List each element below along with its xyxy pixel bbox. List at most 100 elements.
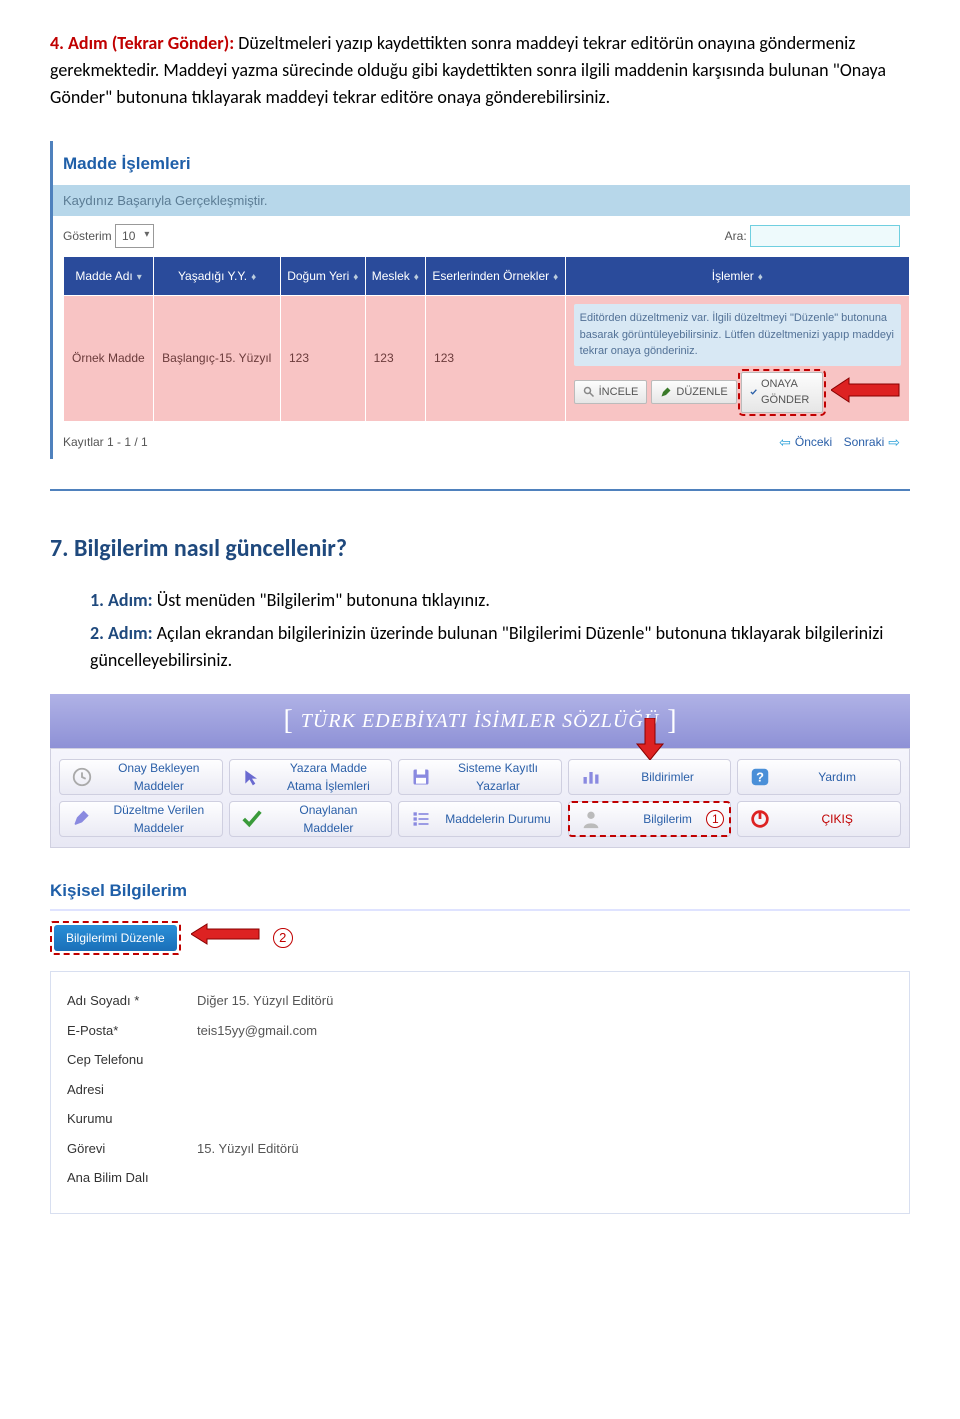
menu-yardim[interactable]: ? Yardım bbox=[737, 759, 901, 795]
search-label: Ara: bbox=[725, 229, 747, 243]
step4-paragraph: 4. Adım (Tekrar Gönder): Düzeltmeleri ya… bbox=[50, 30, 910, 111]
menu-bilgilerim[interactable]: Bilgilerim 1 bbox=[568, 801, 732, 837]
pager-info: Kayıtlar 1 - 1 / 1 bbox=[63, 433, 148, 451]
cell-meslek: 123 bbox=[365, 296, 425, 422]
menu-onaylanan[interactable]: Onaylanan Maddeler bbox=[229, 801, 393, 837]
svg-text:?: ? bbox=[756, 769, 764, 784]
sort-icon: ▾ bbox=[137, 272, 142, 283]
cell-madde-adi: Örnek Madde bbox=[64, 296, 154, 422]
show-select[interactable]: 10 bbox=[115, 224, 154, 248]
onaya-label: ONAYA GÖNDER bbox=[761, 376, 814, 409]
kisisel-bilgilerim-panel: Kişisel Bilgilerim Bilgilerimi Düzenle 2… bbox=[50, 878, 910, 1214]
col-meslek[interactable]: Meslek♦ bbox=[365, 257, 425, 296]
menu-onay-bekleyen[interactable]: Onay Bekleyen Maddeler bbox=[59, 759, 223, 795]
menu-label: Düzeltme Verilen Maddeler bbox=[104, 801, 214, 837]
kisi-title: Kişisel Bilgilerim bbox=[50, 878, 910, 912]
screenshot-bilgilerim: [ TÜRK EDEBİYATI İSİMLER SÖZLÜĞÜ ] Onay … bbox=[50, 694, 910, 1214]
onaya-gonder-button[interactable]: ONAYA GÖNDER bbox=[741, 372, 823, 413]
edit-button-highlight: Bilgilerimi Düzenle bbox=[50, 921, 181, 955]
menu-label: Onaylanan Maddeler bbox=[274, 801, 384, 837]
menu-yazara-atama[interactable]: Yazara Madde Atama İşlemleri bbox=[229, 759, 393, 795]
sort-icon: ♦ bbox=[414, 272, 419, 283]
power-icon bbox=[746, 805, 774, 833]
info-box: Adı Soyadı *Diğer 15. Yüzyıl Editörü E-P… bbox=[50, 971, 910, 1214]
search-input[interactable] bbox=[750, 225, 900, 247]
help-icon: ? bbox=[746, 763, 774, 791]
cell-eserler: 123 bbox=[426, 296, 566, 422]
records-table: Madde Adı▾ Yaşadığı Y.Y.♦ Doğum Yeri♦ Me… bbox=[63, 256, 910, 422]
cell-dogum: 123 bbox=[281, 296, 366, 422]
sort-icon: ♦ bbox=[758, 272, 763, 283]
col-eserlerinden[interactable]: Eserlerinden Örnekler♦ bbox=[426, 257, 566, 296]
list-icon bbox=[407, 805, 435, 833]
separator bbox=[50, 489, 910, 491]
cell-yasadigi: Başlangıç-15. Yüzyıl bbox=[154, 296, 281, 422]
check-icon bbox=[750, 386, 757, 398]
value-eposta: teis15yy@gmail.com bbox=[197, 1021, 317, 1041]
menu-maddelerin-durumu[interactable]: Maddelerin Durumu bbox=[398, 801, 562, 837]
success-message: Kaydınız Başarıyla Gerçekleşmiştir. bbox=[53, 185, 910, 217]
search-control: Ara: bbox=[725, 225, 900, 247]
section-7-heading: 7. Bilgilerim nasıl güncellenir? bbox=[50, 531, 910, 567]
label-adresi: Adresi bbox=[67, 1080, 197, 1100]
menu-label: Maddelerin Durumu bbox=[443, 810, 553, 828]
col-dogum-yeri[interactable]: Doğum Yeri♦ bbox=[281, 257, 366, 296]
sort-icon: ♦ bbox=[353, 272, 358, 283]
bilgilerimi-duzenle-button[interactable]: Bilgilerimi Düzenle bbox=[54, 925, 177, 951]
panel-title: Madde İşlemleri bbox=[53, 151, 910, 185]
edit-icon bbox=[68, 805, 96, 833]
menu-sisteme-kayitli[interactable]: Sisteme Kayıtlı Yazarlar bbox=[398, 759, 562, 795]
clock-icon bbox=[68, 763, 96, 791]
callout-arrow-icon bbox=[831, 376, 901, 409]
pager-next[interactable]: Sonraki bbox=[844, 433, 885, 451]
step1-label: 1. Adım: bbox=[90, 589, 153, 611]
menu-label: Yardım bbox=[782, 768, 892, 786]
pager-prev[interactable]: Önceki bbox=[795, 433, 832, 451]
incele-button[interactable]: İNCELE bbox=[574, 380, 648, 405]
top-menu: Onay Bekleyen Maddeler Yazara Madde Atam… bbox=[50, 748, 910, 848]
app-title: TÜRK EDEBİYATI İSİMLER SÖZLÜĞÜ bbox=[301, 706, 659, 736]
step2-paragraph: 2. Adım: Açılan ekrandan bilgilerinizin … bbox=[90, 620, 910, 674]
col-madde-adi[interactable]: Madde Adı▾ bbox=[64, 257, 154, 296]
pager-prev-icon[interactable]: ⇦ bbox=[779, 432, 791, 453]
menu-duzeltme-verilen[interactable]: Düzeltme Verilen Maddeler bbox=[59, 801, 223, 837]
sort-icon: ♦ bbox=[553, 272, 558, 283]
callout-badge-2: 2 bbox=[273, 928, 293, 948]
pager-next-icon[interactable]: ⇨ bbox=[888, 432, 900, 453]
callout-badge-1: 1 bbox=[706, 810, 724, 828]
menu-label: Bildirimler bbox=[613, 768, 723, 786]
show-control: Gösterim 10 bbox=[63, 224, 154, 248]
callout-arrow-icon bbox=[191, 922, 261, 954]
callout-arrow-down-icon bbox=[635, 718, 665, 765]
value-adi-soyadi: Diğer 15. Yüzyıl Editörü bbox=[197, 991, 333, 1011]
incele-label: İNCELE bbox=[599, 384, 639, 401]
step2-text: Açılan ekrandan bilgilerinizin üzerinde … bbox=[90, 622, 883, 671]
label-eposta: E-Posta* bbox=[67, 1021, 197, 1041]
step1-paragraph: 1. Adım: Üst menüden "Bilgilerim" butonu… bbox=[90, 587, 910, 614]
menu-label: Yazara Madde Atama İşlemleri bbox=[274, 759, 384, 795]
menu-cikis[interactable]: ÇIKIŞ bbox=[737, 801, 901, 837]
menu-label: Onay Bekleyen Maddeler bbox=[104, 759, 214, 795]
step4-label: 4. Adım (Tekrar Gönder): bbox=[50, 32, 234, 54]
pointer-icon bbox=[238, 763, 266, 791]
screenshot-madde-islemleri: Madde İşlemleri Kaydınız Başarıyla Gerçe… bbox=[50, 141, 910, 459]
magnifier-icon bbox=[583, 386, 595, 398]
menu-bildirimler[interactable]: Bildirimler bbox=[568, 759, 732, 795]
chart-icon bbox=[577, 763, 605, 791]
save-icon bbox=[407, 763, 435, 791]
label-gorevi: Görevi bbox=[67, 1139, 197, 1159]
label-kurumu: Kurumu bbox=[67, 1109, 197, 1129]
duzenle-label: DÜZENLE bbox=[676, 384, 727, 401]
bracket-left-icon: [ bbox=[275, 700, 300, 742]
show-label: Gösterim bbox=[63, 229, 112, 243]
col-islemler[interactable]: İşlemler♦ bbox=[565, 257, 909, 296]
label-anabilim: Ana Bilim Dalı bbox=[67, 1168, 197, 1188]
col-yasadigi-yy[interactable]: Yaşadığı Y.Y.♦ bbox=[154, 257, 281, 296]
pencil-icon bbox=[660, 386, 672, 398]
check-icon bbox=[238, 805, 266, 833]
value-gorevi: 15. Yüzyıl Editörü bbox=[197, 1139, 299, 1159]
menu-label: Sisteme Kayıtlı Yazarlar bbox=[443, 759, 553, 795]
cell-ops: Editörden düzeltmeniz var. İlgili düzelt… bbox=[565, 296, 909, 422]
step1-text: Üst menüden "Bilgilerim" butonuna tıklay… bbox=[157, 589, 490, 611]
duzenle-button[interactable]: DÜZENLE bbox=[651, 380, 736, 405]
